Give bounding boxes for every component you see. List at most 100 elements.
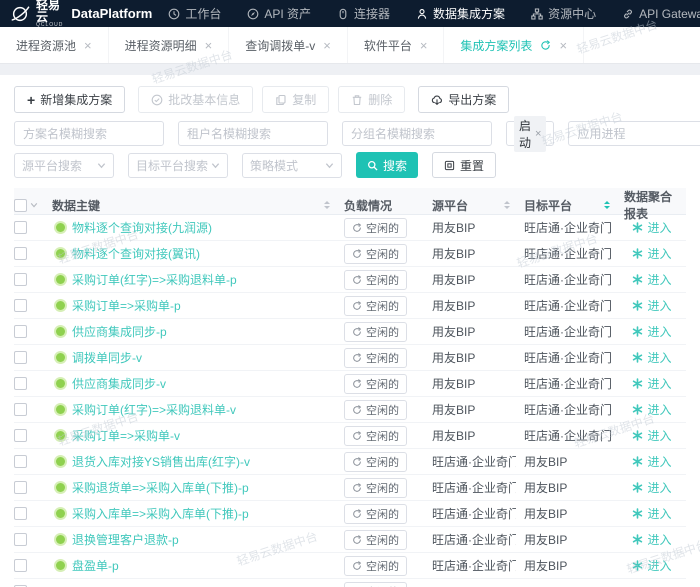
app-process-input[interactable] [568,121,700,146]
enter-report-link[interactable]: 进入 [632,427,671,444]
load-status-button[interactable]: 空闲的 [344,530,407,550]
plan-name-link[interactable]: 采购订单(红字)=>采购退料单-p [72,271,237,288]
load-status-button[interactable]: 空闲的 [344,244,407,264]
load-status-button[interactable]: 空闲的 [344,400,407,420]
nav-item-工作台[interactable]: 工作台 [168,5,221,22]
load-status-button[interactable]: 空闲的 [344,478,407,498]
enter-report-link[interactable]: 进入 [632,271,671,288]
enter-report-link[interactable]: 进入 [632,479,671,496]
load-status-button[interactable]: 空闲的 [344,270,407,290]
tab-close-icon[interactable]: × [323,39,331,52]
tab-close-icon[interactable]: × [205,39,213,52]
plan-name-link[interactable]: 物料逐个查询对接(九润源) [72,219,212,236]
row-checkbox[interactable] [14,455,27,468]
load-status-button[interactable]: 空闲的 [344,426,407,446]
row-checkbox[interactable] [14,377,27,390]
target-platform-select[interactable]: 目标平台搜索 [128,153,228,178]
nav-item-连接器[interactable]: 连接器 [337,5,390,22]
plan-name-link[interactable]: 物料逐个查询对接(翼讯) [72,245,200,262]
brand[interactable]: 轻易云 QCLOUD DataPlatform [10,0,152,28]
row-checkbox[interactable] [14,221,27,234]
row-checkbox[interactable] [14,429,27,442]
row-checkbox[interactable] [14,507,27,520]
tab-close-icon[interactable]: × [84,39,92,52]
load-status-button[interactable]: 空闲的 [344,452,407,472]
load-status-button[interactable]: 空闲的 [344,348,407,368]
tab-集成方案列表[interactable]: 集成方案列表× [444,27,584,63]
enter-report-link[interactable]: 进入 [632,297,671,314]
enter-label: 进入 [647,531,671,548]
tab-进程资源明细[interactable]: 进程资源明细× [109,27,230,63]
export-plan-button[interactable]: 导出方案 [418,86,509,113]
enter-report-link[interactable]: 进入 [632,453,671,470]
plan-name-link[interactable]: 采购订单(红字)=>采购退料单-v [72,401,236,418]
delete-button[interactable]: 删除 [338,86,405,113]
tab-查询调拨单-v[interactable]: 查询调拨单-v× [229,27,348,63]
tab-close-icon[interactable]: × [559,39,567,52]
enter-report-link[interactable]: 进入 [632,219,671,236]
nav-item-api-gateway[interactable]: API Gateway [622,7,700,21]
tab-close-icon[interactable]: × [420,39,428,52]
enter-report-link[interactable]: 进入 [632,401,671,418]
plan-name-search-input[interactable] [14,121,164,146]
load-status-button[interactable]: 空闲的 [344,322,407,342]
source-platform-select[interactable]: 源平台搜索 [14,153,114,178]
enter-report-link[interactable]: 进入 [632,245,671,262]
chevron-down-icon[interactable] [30,201,38,209]
plan-name-link[interactable]: 供应商集成同步-p [72,323,167,340]
strategy-mode-select[interactable]: 策略模式 [242,153,342,178]
search-button[interactable]: 搜索 [356,152,418,178]
target-platform: 旺店通·企业奇门 [516,427,616,444]
load-status-button[interactable]: 空闲的 [344,556,407,576]
plan-name-link[interactable]: 供应商集成同步-v [72,375,166,392]
plan-name-link[interactable]: 采购订单=>采购单-v [72,427,180,444]
plan-name-link[interactable]: 采购退货单=>采购入库单(下推)-p [72,479,249,496]
new-plan-button[interactable]: + 新增集成方案 [14,86,125,113]
plan-name-link[interactable]: 调拨单同步-v [72,349,142,366]
sort-source[interactable] [504,201,510,209]
target-platform: 旺店通·企业奇门 [516,349,616,366]
plan-name-link[interactable]: 退货入库对接YS销售出库(红字)-v [72,453,250,470]
group-name-search-input[interactable] [342,121,492,146]
tag-close-icon[interactable]: × [535,128,541,140]
reset-button[interactable]: 重置 [432,152,496,178]
check-circle-icon [151,94,163,106]
nav-item-资源中心[interactable]: 资源中心 [531,5,596,22]
load-status-button[interactable]: 空闲的 [344,374,407,394]
load-status-button[interactable]: 空闲的 [344,296,407,316]
row-checkbox[interactable] [14,325,27,338]
batch-edit-button[interactable]: 批改基本信息 [138,86,253,113]
tab-refresh-icon[interactable] [540,40,551,51]
plan-name-link[interactable]: 盘盈单-p [72,557,119,574]
row-checkbox[interactable] [14,273,27,286]
load-status-button[interactable]: 空闲的 [344,582,407,587]
row-checkbox[interactable] [14,351,27,364]
row-checkbox[interactable] [14,481,27,494]
select-all-checkbox[interactable] [14,199,27,212]
load-status-button[interactable]: 空闲的 [344,218,407,238]
row-checkbox[interactable] [14,559,27,572]
enter-report-link[interactable]: 进入 [632,323,671,340]
plan-name-link[interactable]: 退换管理客户退款-p [72,531,179,548]
tab-进程资源池[interactable]: 进程资源池× [0,27,109,63]
copy-button[interactable]: 复制 [262,86,329,113]
nav-item-api-资产[interactable]: API 资产 [247,5,311,22]
status-filter-select[interactable]: 启动 × [506,121,554,146]
load-status-button[interactable]: 空闲的 [344,504,407,524]
nav-item-数据集成方案[interactable]: 数据集成方案 [416,5,505,22]
sort-data-key[interactable] [324,201,330,209]
enter-report-link[interactable]: 进入 [632,557,671,574]
plan-name-link[interactable]: 采购入库单=>采购入库单(下推)-p [72,505,249,522]
plan-name-link[interactable]: 采购订单=>采购单-p [72,297,181,314]
row-checkbox[interactable] [14,403,27,416]
row-checkbox[interactable] [14,533,27,546]
enter-report-link[interactable]: 进入 [632,505,671,522]
enter-report-link[interactable]: 进入 [632,349,671,366]
row-checkbox[interactable] [14,299,27,312]
sort-target[interactable] [604,201,610,209]
tab-软件平台[interactable]: 软件平台× [348,27,445,63]
tenant-name-search-input[interactable] [178,121,328,146]
enter-report-link[interactable]: 进入 [632,375,671,392]
enter-report-link[interactable]: 进入 [632,531,671,548]
row-checkbox[interactable] [14,247,27,260]
